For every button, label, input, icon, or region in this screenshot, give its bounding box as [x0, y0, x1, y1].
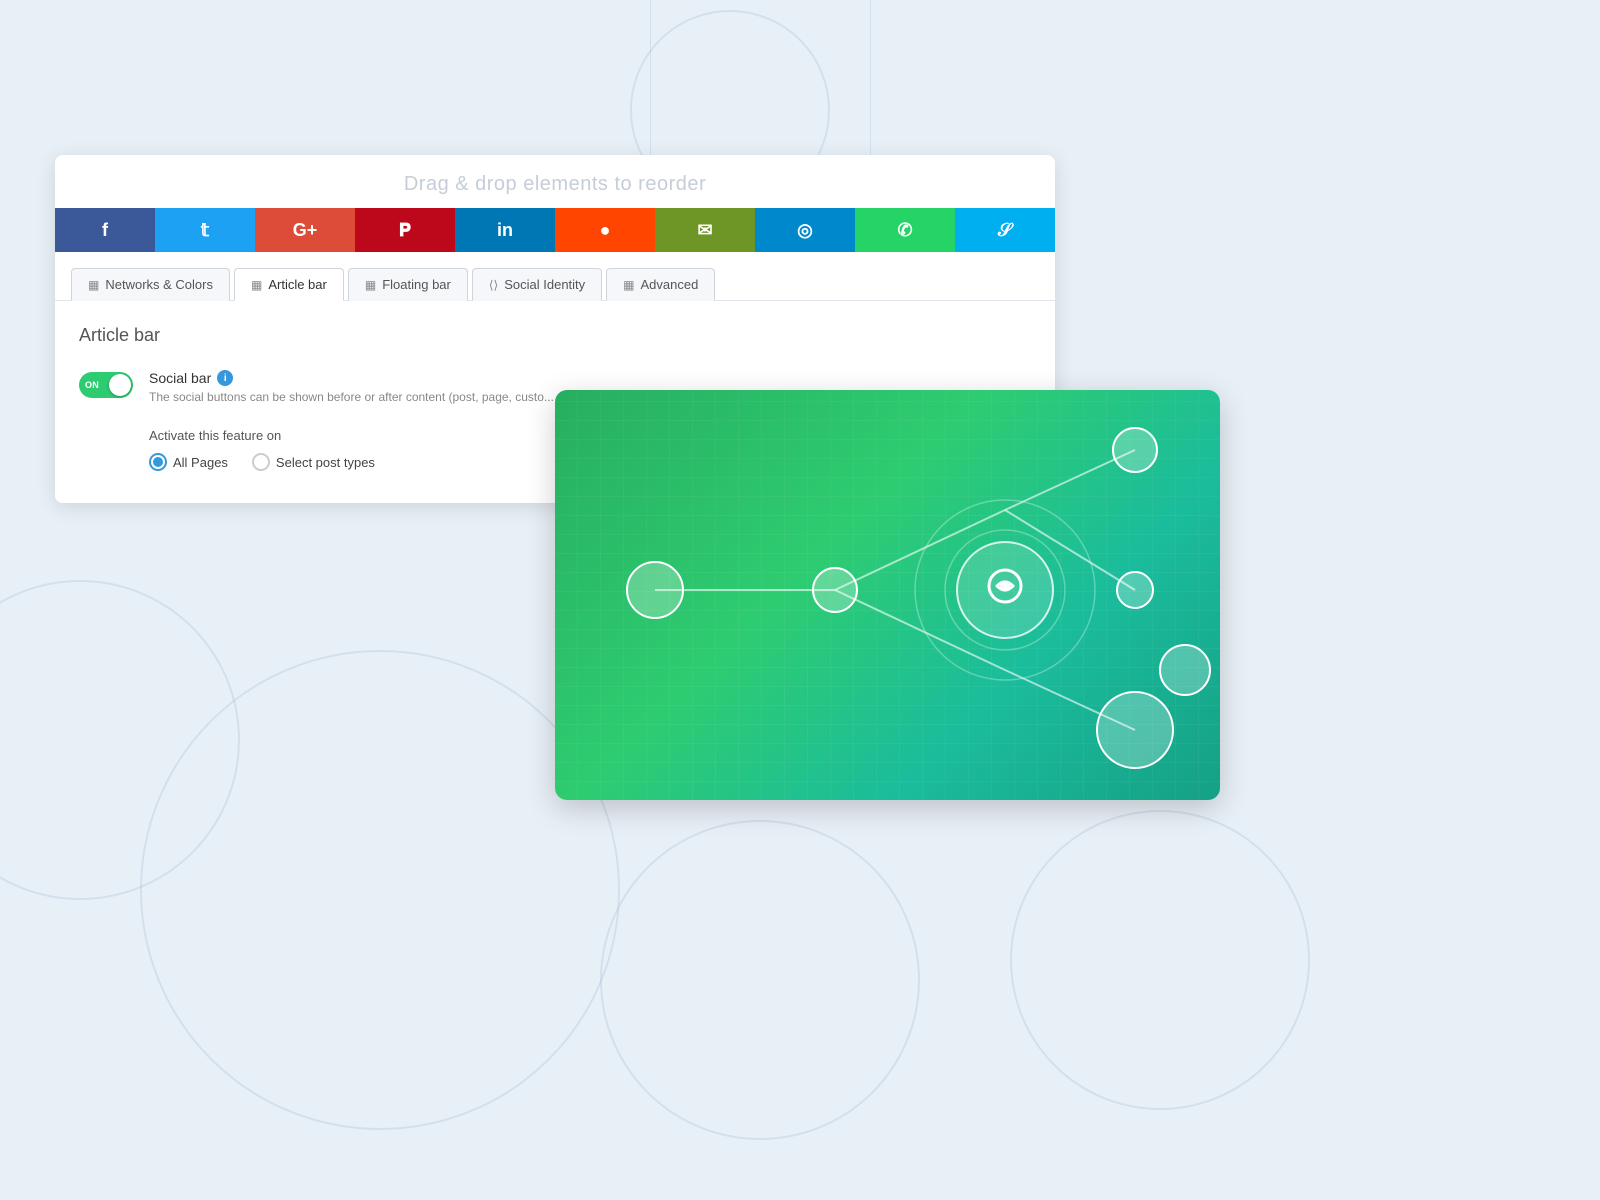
radio-option-1[interactable]: Select post types: [252, 453, 375, 471]
bg-circle-1: [0, 580, 240, 900]
radio-inner: [153, 457, 163, 467]
social-identity-tab[interactable]: ⟨⟩ Social Identity: [472, 268, 602, 301]
radio-circle-0: [149, 453, 167, 471]
toggle-description: The social buttons can be shown before o…: [149, 390, 554, 404]
section-title: Article bar: [79, 325, 1031, 346]
tab-label: Article bar: [268, 277, 327, 292]
social-btn-facebook[interactable]: f: [55, 208, 155, 252]
tab-label: Advanced: [641, 277, 699, 292]
radio-label-1: Select post types: [276, 455, 375, 470]
advanced-tab[interactable]: ▦ Advanced: [606, 268, 715, 301]
social-btn-telegram[interactable]: ◎: [755, 208, 855, 252]
green-promo-card: [555, 390, 1220, 800]
tab-label: Networks & Colors: [105, 277, 213, 292]
social-bar-toggle[interactable]: ON: [79, 372, 133, 398]
tab-label: Floating bar: [382, 277, 451, 292]
social-btn-whatsapp[interactable]: ✆: [855, 208, 955, 252]
tab-label: Social Identity: [504, 277, 585, 292]
grid-icon: ▦: [88, 278, 99, 292]
social-btn-linkedin[interactable]: in: [455, 208, 555, 252]
article-bar-tab[interactable]: ▦ Article bar: [234, 268, 344, 301]
social-btn-reddit[interactable]: ●: [555, 208, 655, 252]
info-icon[interactable]: i: [217, 370, 233, 386]
floating-bar-tab[interactable]: ▦ Floating bar: [348, 268, 468, 301]
bg-vline-2: [870, 0, 871, 155]
grid-icon: ▦: [623, 278, 634, 292]
toggle-title: Social bar i: [149, 370, 554, 386]
bg-circle-bottom-right: [1010, 810, 1310, 1110]
grid-icon: ▦: [251, 278, 262, 292]
green-card-texture: [555, 390, 1220, 800]
bg-circle-2: [140, 650, 620, 1130]
social-btn-pinterest[interactable]: 𝐏: [355, 208, 455, 252]
grid-icon: ▦: [365, 278, 376, 292]
toggle-knob: [109, 374, 131, 396]
share-icon: ⟨⟩: [489, 278, 498, 292]
radio-circle-1: [252, 453, 270, 471]
toggle-info: Social bar i The social buttons can be s…: [149, 370, 554, 404]
drag-drop-header: Drag & drop elements to reorder: [55, 155, 1055, 208]
social-network-bar: f𝕥G+𝐏in●✉◎✆𝒮: [55, 208, 1055, 252]
networks-colors-tab[interactable]: ▦ Networks & Colors: [71, 268, 230, 301]
radio-label-0: All Pages: [173, 455, 228, 470]
social-btn-google-plus[interactable]: G+: [255, 208, 355, 252]
toggle-on-label: ON: [85, 380, 99, 390]
bg-circle-bottom-center: [600, 820, 920, 1140]
tabs-bar: ▦ Networks & Colors ▦ Article bar ▦ Floating …: [55, 252, 1055, 301]
radio-option-0[interactable]: All Pages: [149, 453, 228, 471]
social-btn-email[interactable]: ✉: [655, 208, 755, 252]
social-btn-skype[interactable]: 𝒮: [955, 208, 1055, 252]
social-btn-twitter[interactable]: 𝕥: [155, 208, 255, 252]
